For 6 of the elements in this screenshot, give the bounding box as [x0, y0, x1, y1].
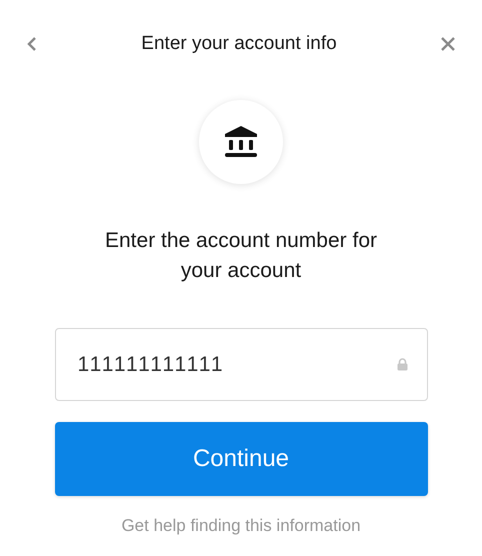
bank-icon	[223, 124, 259, 160]
help-link[interactable]: Get help finding this information	[121, 516, 361, 536]
header-title: Enter your account info	[141, 33, 337, 55]
continue-button[interactable]: Continue	[54, 422, 428, 496]
account-number-field[interactable]: 111111111111	[54, 328, 428, 401]
heading: Enter the account number for your account	[104, 228, 378, 284]
